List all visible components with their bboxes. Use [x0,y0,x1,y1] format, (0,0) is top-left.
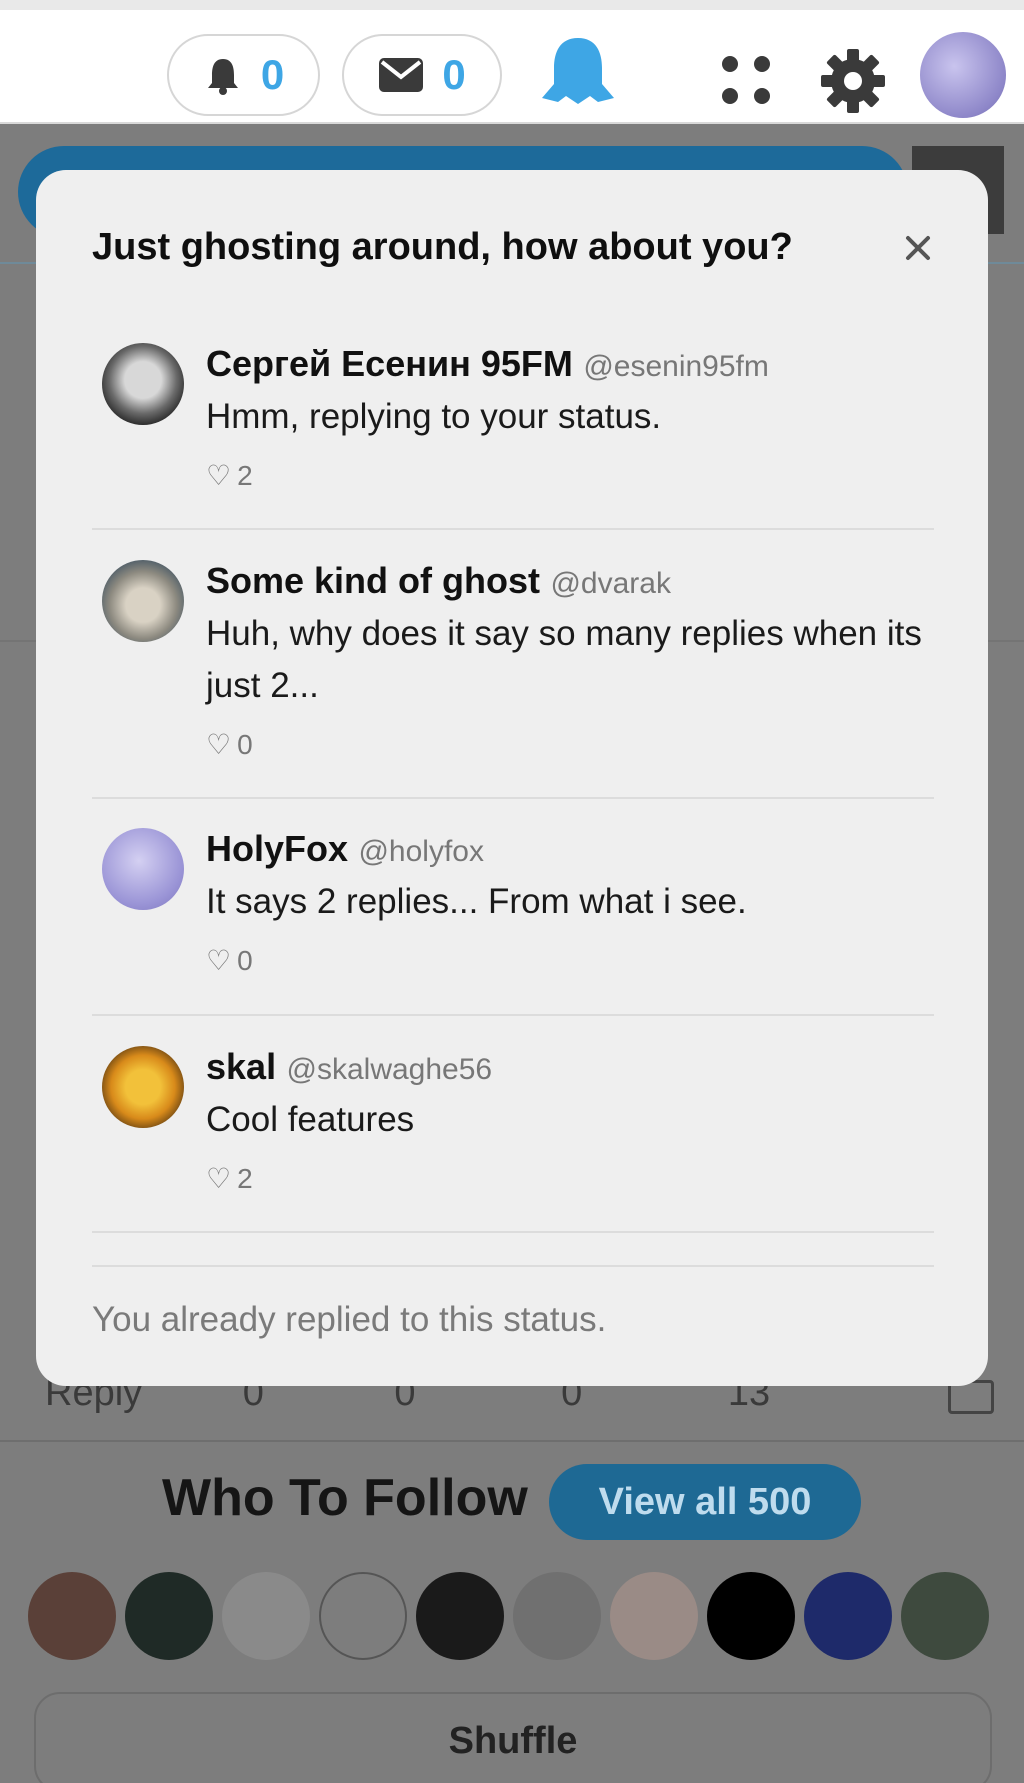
avatar[interactable] [513,1572,601,1660]
avatar[interactable] [319,1572,407,1660]
like-count: 0 [237,944,253,976]
avatar[interactable] [102,1046,184,1128]
reply-author-name[interactable]: HolyFox [206,828,348,869]
heart-icon: ♡ [206,460,232,491]
top-navigation-bar: 0 0 [0,0,1024,124]
reply-header: HolyFox @holyfox [206,828,484,870]
reply-author-name[interactable]: skal [206,1046,276,1087]
who-to-follow-title: Who To Follow [162,1469,528,1527]
like-count: 0 [237,728,253,760]
divider [92,1231,934,1233]
avatar[interactable] [707,1572,795,1660]
close-icon [906,236,930,260]
like-button[interactable]: ♡ 2 [206,1162,253,1195]
reply-item: HolyFox @holyfox It says 2 replies... Fr… [92,828,934,976]
reply-author-handle[interactable]: @esenin95fm [583,350,769,383]
reply-text: Cool features [206,1100,415,1139]
reply-header: Some kind of ghost @dvarak [206,560,671,602]
like-count: 2 [237,1162,253,1194]
heart-icon: ♡ [206,729,232,760]
notifications-count: 0 [260,51,285,98]
avatar[interactable] [125,1572,213,1660]
already-replied-notice: You already replied to this status. [92,1300,607,1339]
shuffle-button[interactable]: Shuffle [34,1692,992,1783]
reply-author-name[interactable]: Сергей Есенин 95FM [206,343,573,384]
reply-author-name[interactable]: Some kind of ghost [206,560,540,601]
reply-author-handle[interactable]: @holyfox [358,835,484,868]
notifications-button[interactable]: 0 [167,34,320,116]
reply-author-handle[interactable]: @dvarak [550,567,671,600]
avatar[interactable] [28,1572,116,1660]
reply-header: Сергей Есенин 95FM @esenin95fm [206,343,769,385]
like-button[interactable]: ♡ 0 [206,728,253,761]
heart-icon: ♡ [206,1163,232,1194]
divider [92,528,934,530]
gear-icon[interactable] [820,48,886,114]
status-replies-modal: Just ghosting around, how about you? Сер… [36,170,988,1386]
user-avatar[interactable] [918,30,1008,120]
avatar[interactable] [610,1572,698,1660]
avatar[interactable] [901,1572,989,1660]
envelope-icon [379,58,424,92]
reply-header: skal @skalwaghe56 [206,1046,492,1088]
modal-title: Just ghosting around, how about you? [92,226,793,268]
divider [0,1440,1024,1442]
reply-item: Some kind of ghost @dvarak Huh, why does… [92,560,934,760]
like-count: 2 [237,459,253,491]
apps-grid-icon[interactable] [720,54,772,106]
reply-author-handle[interactable]: @skalwaghe56 [287,1053,493,1086]
avatar[interactable] [102,343,184,425]
like-button[interactable]: ♡ 2 [206,459,253,492]
reply-text: Huh, why does it say so many replies whe… [206,614,922,705]
ghost-icon[interactable] [538,36,618,108]
like-button[interactable]: ♡ 0 [206,944,253,977]
view-all-button[interactable]: View all 500 [549,1464,861,1540]
avatar[interactable] [102,560,184,642]
divider [92,1014,934,1016]
bell-icon [207,59,238,95]
avatar[interactable] [102,828,184,910]
follow-suggestions [28,1572,1008,1662]
divider [92,1265,934,1267]
heart-icon: ♡ [206,945,232,976]
reply-item: Сергей Есенин 95FM @esenin95fm Hmm, repl… [92,343,934,491]
divider [92,797,934,799]
messages-count: 0 [442,51,466,98]
reply-text: It says 2 replies... From what i see. [206,882,747,921]
avatar[interactable] [222,1572,310,1660]
close-button[interactable] [898,228,938,268]
reply-item: skal @skalwaghe56 Cool features ♡ 2 [92,1046,934,1194]
avatar[interactable] [804,1572,892,1660]
messages-button[interactable]: 0 [342,34,502,116]
avatar[interactable] [416,1572,504,1660]
reply-text: Hmm, replying to your status. [206,397,662,436]
